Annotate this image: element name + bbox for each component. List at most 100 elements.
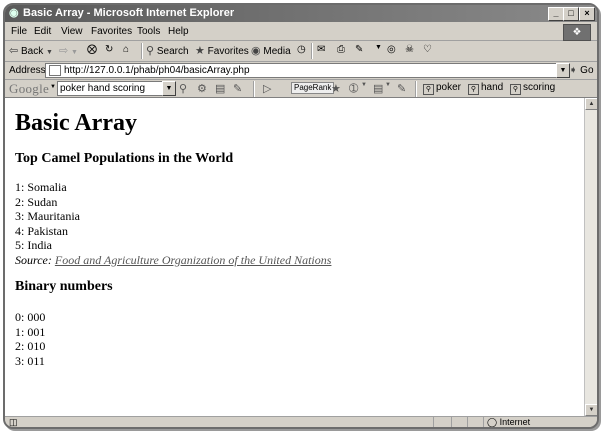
list-item: 3: 011 (15, 353, 45, 368)
status-cell (483, 417, 484, 427)
menu-edit[interactable]: Edit (34, 26, 51, 37)
address-url: http://127.0.0.1/phab/ph04/basicArray.ph… (64, 65, 250, 76)
history-icon[interactable]: ◷ (297, 44, 306, 55)
search-term-icon: ⚲ (510, 84, 521, 95)
google-logo[interactable]: Google (9, 81, 49, 97)
news-icon[interactable]: ▤ (215, 82, 225, 95)
menu-view[interactable]: View (61, 26, 83, 37)
address-input[interactable]: http://127.0.0.1/phab/ph04/basicArray.ph… (45, 63, 559, 78)
go-button[interactable]: ➧ Go (569, 65, 594, 76)
google-search-input[interactable]: poker hand scoring (57, 81, 165, 96)
security-zone: ◯ Internet (487, 417, 530, 427)
menu-bar: File Edit View Favorites Tools Help ❖ (5, 23, 597, 41)
list-item: 1: 001 (15, 324, 46, 339)
menu-tools[interactable]: Tools (137, 26, 160, 37)
home-icon[interactable]: ⌂ (123, 44, 129, 55)
address-bar: Address http://127.0.0.1/phab/ph04/basic… (5, 62, 597, 80)
forward-button[interactable]: ⇨ ▼ (59, 44, 78, 57)
print-icon[interactable]: ⎙ (337, 44, 345, 55)
search-button[interactable]: ⚲ Search (146, 44, 189, 57)
google-toolbar: Google ▼ poker hand scoring ▼ ⚲ ⚙ ▤ ✎ ▷ … (5, 80, 597, 98)
back-label: Back (21, 46, 44, 57)
window-title: Basic Array - Microsoft Internet Explore… (23, 7, 235, 19)
back-arrow-icon: ⇦ (9, 45, 19, 57)
toolbar-separator (311, 43, 313, 59)
go-arrow-icon: ➧ (569, 65, 578, 76)
google-term-label: poker (436, 82, 462, 93)
list-item: 3: Mauritania (15, 209, 80, 223)
menu-help[interactable]: Help (168, 26, 189, 37)
popup-blocker-icon[interactable]: ▷ (263, 82, 271, 95)
chevron-down-icon[interactable]: ▼ (375, 44, 382, 51)
edit-icon[interactable]: ✎ (355, 44, 363, 55)
stop-icon[interactable]: ⨂ (87, 44, 97, 55)
menu-favorites[interactable]: Favorites (91, 26, 132, 37)
status-cell (451, 417, 452, 427)
page-icon (49, 65, 61, 76)
camel-list: 1: Somalia 2: Sudan 3: Mauritania 4: Pak… (15, 180, 331, 267)
messenger-icon[interactable]: ♡ (423, 44, 432, 55)
source-label: Source: (15, 252, 52, 267)
status-bar: ◫ ◯ Internet (5, 416, 597, 427)
google-term-label: scoring (523, 82, 556, 93)
google-term-button-scoring[interactable]: ⚲ scoring (510, 82, 555, 95)
google-search-icon[interactable]: ⚲ (179, 82, 187, 95)
info-icon[interactable]: ➀ (349, 82, 358, 95)
research-icon[interactable]: ☠ (405, 44, 414, 55)
ie-icon: ◉ (9, 7, 19, 19)
chevron-down-icon[interactable]: ▼ (50, 84, 56, 90)
search-term-icon: ⚲ (423, 84, 434, 95)
google-search-dropdown-button[interactable]: ▼ (162, 81, 176, 96)
favorites-icon: ★ (195, 45, 205, 57)
forward-arrow-icon: ⇨ (59, 45, 69, 57)
toolbar-separator (141, 43, 143, 59)
list-item: 5: India (15, 238, 52, 252)
refresh-icon[interactable]: ↻ (105, 44, 113, 55)
google-term-button-hand[interactable]: ⚲ hand (468, 82, 503, 95)
media-icon: ◉ (251, 45, 261, 57)
google-term-button-poker[interactable]: ⚲ poker (423, 82, 461, 95)
list-item: 4: Pakistan (15, 223, 68, 238)
maximize-button[interactable]: □ (563, 7, 579, 21)
scroll-down-arrow-icon[interactable]: ▼ (585, 404, 597, 416)
discuss-icon[interactable]: ◎ (387, 44, 396, 55)
chevron-down-icon: ▼ (46, 49, 53, 56)
search-label: Search (156, 46, 189, 57)
binary-list: 0: 000 1: 001 2: 010 3: 011 (15, 310, 45, 368)
vertical-scrollbar[interactable]: ▲ ▼ (584, 98, 597, 416)
page-content[interactable]: Basic Array Top Camel Populations in the… (5, 98, 584, 416)
search-site-icon[interactable]: ⚙ (197, 82, 207, 95)
pencil-icon[interactable]: ✎ (397, 82, 406, 95)
list-item: 0: 000 (15, 310, 46, 324)
back-button[interactable]: ⇦ Back ▼ (9, 44, 53, 57)
options-icon[interactable]: ▤ (373, 82, 383, 95)
globe-icon: ◯ (487, 417, 498, 427)
scroll-up-arrow-icon[interactable]: ▲ (585, 98, 597, 110)
media-button[interactable]: ◉ Media (251, 44, 291, 57)
search-icon: ⚲ (146, 45, 155, 57)
chevron-down-icon[interactable]: ▼ (361, 82, 367, 88)
chevron-down-icon[interactable]: ▼ (385, 82, 391, 88)
minimize-button[interactable]: _ (548, 7, 564, 21)
browser-window: ◉ Basic Array - Microsoft Internet Explo… (3, 3, 599, 429)
menu-file[interactable]: File (11, 26, 27, 37)
standard-toolbar: ⇦ Back ▼ ⇨ ▼ ⨂ ↻ ⌂ ⚲ Search ★ Favorites … (5, 41, 597, 62)
favorites-button[interactable]: ★ Favorites (195, 44, 249, 57)
address-label: Address (9, 65, 46, 76)
toolbar-separator (415, 81, 417, 97)
list-item: 2: 010 (15, 339, 46, 353)
binary-section-title: Binary numbers (15, 279, 113, 294)
camel-section-title: Top Camel Populations in the World (15, 151, 234, 166)
close-button[interactable]: × (579, 7, 595, 21)
address-dropdown-button[interactable]: ▼ (556, 63, 570, 78)
toolbar-separator (253, 81, 255, 97)
favorites-label: Favorites (207, 46, 249, 57)
mail-icon[interactable]: ✉ (317, 44, 325, 55)
page-status-icon: ◫ (9, 417, 18, 427)
highlight-icon[interactable]: ✎ (233, 82, 242, 95)
media-label: Media (263, 46, 291, 57)
source-link[interactable]: Food and Agriculture Organization of the… (55, 253, 332, 267)
page-heading: Basic Array (15, 110, 137, 136)
blogger-icon[interactable]: ★ (331, 82, 341, 95)
title-bar: ◉ Basic Array - Microsoft Internet Explo… (5, 5, 597, 22)
